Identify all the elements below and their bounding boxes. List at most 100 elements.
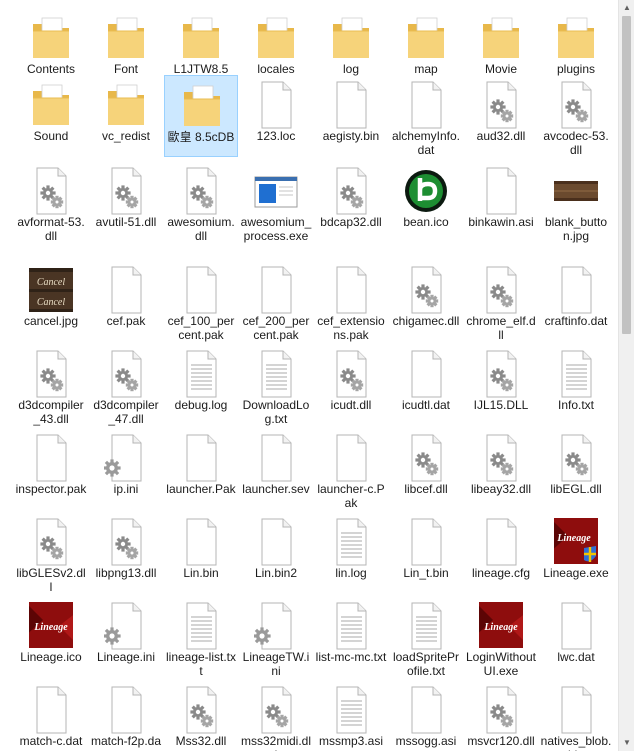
file-item[interactable]: Lin.bin — [164, 512, 238, 594]
file-item-label: lineage.cfg — [471, 566, 531, 580]
file-item[interactable]: icudt.dll — [314, 344, 388, 426]
file-item[interactable]: Cancel Cancel cancel.jpg — [14, 260, 88, 342]
file-item[interactable]: blank_button.jpg — [539, 161, 613, 251]
dll-icon — [329, 165, 373, 217]
file-item[interactable]: libGLESv2.dll — [14, 512, 88, 594]
file-item-label: loadSpriteProfile.txt — [392, 650, 460, 678]
file-item[interactable]: list-mc-mc.txt — [314, 596, 388, 678]
file-item[interactable]: d3dcompiler_47.dll — [89, 344, 163, 426]
file-item[interactable]: avformat-53.dll — [14, 161, 88, 251]
file-item[interactable]: libEGL.dll — [539, 428, 613, 510]
dll-icon — [29, 348, 73, 400]
text-file-icon — [179, 348, 223, 400]
scroll-down-arrow-icon[interactable]: ▼ — [619, 735, 634, 751]
file-item[interactable]: mssogg.asi — [389, 680, 463, 751]
file-item[interactable]: DownloadLog.txt — [239, 344, 313, 426]
file-item[interactable]: d3dcompiler_43.dll — [14, 344, 88, 426]
file-item[interactable]: lineage.cfg — [464, 512, 538, 594]
dll-icon — [479, 348, 523, 400]
file-item[interactable]: Mss32.dll — [164, 680, 238, 751]
file-item[interactable]: libcef.dll — [389, 428, 463, 510]
file-item[interactable]: cef_200_percent.pak — [239, 260, 313, 342]
file-item[interactable]: libeay32.dll — [464, 428, 538, 510]
file-icon — [29, 684, 73, 736]
file-item[interactable]: launcher.Pak — [164, 428, 238, 510]
file-item-label: bdcap32.dll — [320, 215, 382, 229]
file-item[interactable]: aegisty.bin — [314, 75, 388, 157]
file-item[interactable]: chrome_elf.dll — [464, 260, 538, 342]
file-item-label: 123.loc — [256, 129, 296, 143]
file-item[interactable]: avcodec-53.dll — [539, 75, 613, 157]
dll-icon — [404, 264, 448, 316]
file-item[interactable]: log — [314, 8, 388, 76]
file-item[interactable]: natives_blob.bin — [539, 680, 613, 751]
file-item[interactable]: LineageTW.ini — [239, 596, 313, 678]
file-item[interactable]: binkawin.asi — [464, 161, 538, 251]
dll-icon — [254, 684, 298, 736]
svg-text:Lineage: Lineage — [483, 622, 518, 633]
file-item-label: natives_blob.bin — [540, 734, 612, 751]
file-item[interactable]: launcher.sev — [239, 428, 313, 510]
file-item[interactable]: awesomium.dll — [164, 161, 238, 251]
file-item[interactable]: match-c.dat — [14, 680, 88, 751]
file-item[interactable]: Font — [89, 8, 163, 76]
file-item[interactable]: match-f2p.dat — [89, 680, 163, 751]
file-item[interactable]: ip.ini — [89, 428, 163, 510]
file-item[interactable]: lineage-list.txt — [164, 596, 238, 678]
file-item[interactable]: Sound — [14, 75, 88, 157]
file-item-label: Font — [113, 62, 138, 76]
file-item[interactable]: Contents — [14, 8, 88, 76]
file-item[interactable]: loadSpriteProfile.txt — [389, 596, 463, 678]
file-item[interactable]: alchemyInfo.dat — [389, 75, 463, 157]
file-item[interactable]: Lin_t.bin — [389, 512, 463, 594]
scroll-thumb[interactable] — [622, 16, 631, 334]
file-item[interactable]: map — [389, 8, 463, 76]
file-item-label: libeay32.dll — [470, 482, 532, 496]
file-item-label: map — [414, 62, 438, 76]
file-item-label: chrome_elf.dll — [466, 314, 536, 342]
file-item[interactable]: libpng13.dll — [89, 512, 163, 594]
file-item[interactable]: locales — [239, 8, 313, 76]
file-item[interactable]: mss32midi.dll — [239, 680, 313, 751]
file-icon — [179, 516, 223, 568]
file-item[interactable]: bdcap32.dll — [314, 161, 388, 251]
file-item[interactable]: plugins — [539, 8, 613, 76]
file-item[interactable]: msvcr120.dll — [464, 680, 538, 751]
file-icon — [404, 684, 448, 736]
file-item[interactable]: cef.pak — [89, 260, 163, 342]
file-item[interactable]: avutil-51.dll — [89, 161, 163, 251]
file-item[interactable]: aud32.dll — [464, 75, 538, 157]
file-item[interactable]: lin.log — [314, 512, 388, 594]
file-item[interactable]: awesomium_process.exe — [239, 161, 313, 251]
file-item[interactable]: Lineage Lineage.ico — [14, 596, 88, 678]
file-item[interactable]: Lineage LoginWithoutUI.exe — [464, 596, 538, 678]
file-item[interactable]: launcher-c.Pak — [314, 428, 388, 510]
file-item[interactable]: cef_100_percent.pak — [164, 260, 238, 342]
file-item[interactable]: chigamec.dll — [389, 260, 463, 342]
file-item[interactable]: Movie — [464, 8, 538, 76]
text-file-icon — [404, 600, 448, 652]
file-item[interactable]: mssmp3.asi — [314, 680, 388, 751]
file-item[interactable]: IJL15.DLL — [464, 344, 538, 426]
scroll-up-arrow-icon[interactable]: ▲ — [619, 0, 634, 16]
file-item[interactable]: Lineage.ini — [89, 596, 163, 678]
file-item[interactable]: L1JTW8.5 — [164, 8, 238, 76]
file-item[interactable]: 123.loc — [239, 75, 313, 157]
file-item[interactable]: 歐皇 8.5cDB — [164, 75, 238, 157]
file-item[interactable]: inspector.pak — [14, 428, 88, 510]
vertical-scrollbar[interactable]: ▲ ▼ — [618, 0, 634, 751]
file-item[interactable]: Info.txt — [539, 344, 613, 426]
file-item[interactable]: craftinfo.dat — [539, 260, 613, 342]
file-item[interactable]: debug.log — [164, 344, 238, 426]
file-item[interactable]: cef_extensions.pak — [314, 260, 388, 342]
file-item-label: avcodec-53.dll — [543, 129, 609, 157]
file-item[interactable]: bean.ico — [389, 161, 463, 251]
folder-icon — [29, 79, 73, 131]
file-item-label: cancel.jpg — [23, 314, 79, 328]
file-item[interactable]: Lin.bin2 — [239, 512, 313, 594]
file-item-label: cef.pak — [106, 314, 146, 328]
file-item[interactable]: icudtl.dat — [389, 344, 463, 426]
file-item[interactable]: vc_redist — [89, 75, 163, 157]
file-item[interactable]: lwc.dat — [539, 596, 613, 678]
file-item[interactable]: Lineage Lineage.exe — [539, 512, 613, 594]
